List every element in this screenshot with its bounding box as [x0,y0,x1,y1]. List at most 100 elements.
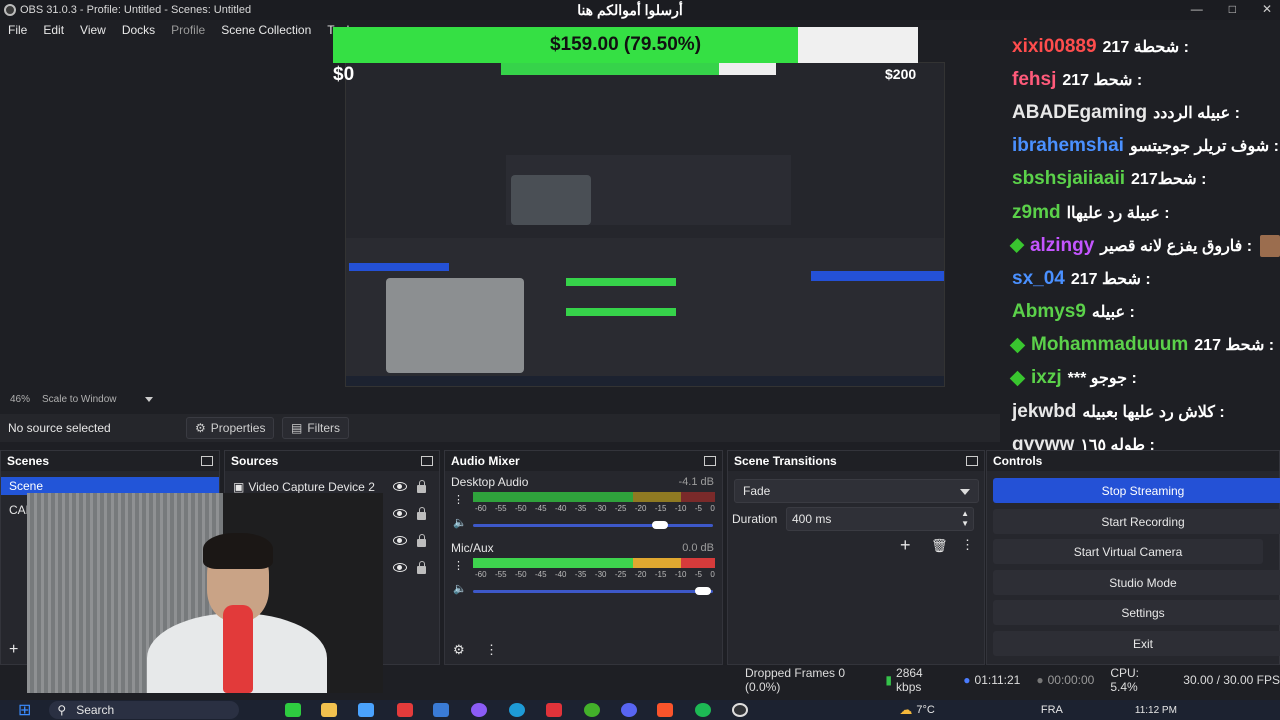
start-recording-button[interactable]: Start Recording [993,509,1280,534]
chat-text: : عبيلة رد عليهاا [1066,204,1170,222]
studio-mode-button[interactable]: Studio Mode [993,570,1280,595]
transition-select[interactable]: Fade [734,479,979,503]
menu-scene-collection[interactable]: Scene Collection [213,23,319,37]
start-virtual-camera-button[interactable]: Start Virtual Camera [993,539,1263,564]
meter-tick-label: -30 [594,504,607,513]
filters-button[interactable]: ▤ Filters [282,417,350,439]
windows-start-icon[interactable]: ⊞ [18,700,31,720]
chat-text: : فاروق يفزع لانه قصير [1100,237,1253,255]
properties-button[interactable]: ⚙ Properties [186,417,275,439]
settings-button[interactable]: Settings [993,600,1280,625]
speaker-icon[interactable]: 🔈 [453,582,467,595]
taskbar-search[interactable]: ⚲ Search [49,701,240,719]
fps: 30.00 / 30.00 FPS [1183,673,1280,687]
duration-value: 400 ms [792,512,832,526]
maximize-icon[interactable]: □ [1229,2,1236,16]
channel-menu-icon[interactable]: ⋮ [453,493,464,506]
badge-icon [1009,238,1025,254]
obs-taskbar-icon[interactable] [732,703,748,717]
chat-text: : جوجو *** [1067,370,1137,388]
chat-message: Mohammaduuum: شحط 217 [1000,329,1280,362]
chat-message: sbshsjaiiaaii: شحط217 [1000,163,1280,196]
chat-username: sbshsjaiiaaii [1012,168,1126,190]
preview-scale-row: 46% Scale to Window [0,390,1000,408]
language-indicator[interactable]: FRA [1041,704,1063,716]
meter-ticks: -60 -55 -50 -45 -40 -35 -30 -25 -20 -15 -10 -5 0 [475,570,715,579]
chevron-down-icon[interactable] [144,396,153,402]
meter-tick-label: -10 [674,570,687,579]
properties-label: Properties [210,421,266,435]
visibility-eye-icon[interactable] [393,536,407,545]
minimize-icon[interactable]: — [1191,2,1203,16]
volume-slider[interactable] [473,521,713,529]
app-icon[interactable] [358,703,374,717]
lock-icon[interactable] [417,561,426,574]
meter-tick-label: 0 [710,504,715,513]
more-options-icon[interactable]: ⋮ [485,642,498,658]
meter-tick-label: -45 [534,570,547,579]
meter-tick-label: -25 [614,504,627,513]
stepper-icon[interactable]: ▲ ▼ [961,509,969,529]
menu-profile[interactable]: Profile [163,23,213,37]
visibility-eye-icon[interactable] [393,482,407,491]
channel-menu-icon[interactable]: ⋮ [453,559,464,572]
stream-preview[interactable] [345,62,945,387]
brave-icon[interactable] [657,703,673,717]
meter-tick-label: -5 [694,570,702,579]
spotify-icon[interactable] [695,703,711,717]
add-icon[interactable]: + [900,535,911,556]
menu-file[interactable]: File [0,23,35,37]
add-scene-icon[interactable]: + [9,641,18,659]
undock-icon[interactable] [704,456,716,466]
lock-icon[interactable] [417,480,426,493]
visibility-eye-icon[interactable] [393,509,407,518]
app-icon[interactable] [397,703,413,717]
meter-tick-label: -35 [574,504,587,513]
app-icon[interactable] [471,703,487,717]
undock-icon[interactable] [421,456,433,466]
discord-icon[interactable] [621,703,637,717]
folder-icon[interactable] [321,703,337,717]
lock-icon[interactable] [417,534,426,547]
gear-icon[interactable]: ⚙ [453,642,465,658]
menu-docks[interactable]: Docks [114,23,163,37]
lock-icon[interactable] [417,507,426,520]
chat-username: sx_04 [1012,267,1065,289]
undock-icon[interactable] [966,456,978,466]
visibility-eye-icon[interactable] [393,563,407,572]
search-label: Search [76,703,115,717]
duration-field[interactable]: 400 ms ▲ ▼ [786,507,974,531]
close-icon[interactable]: ✕ [1262,2,1272,16]
scale-mode-select[interactable]: Scale to Window [42,394,116,405]
menu-view[interactable]: View [72,23,114,37]
meter-tick-label: -60 [475,570,487,579]
preview-mini-donation [501,63,776,75]
trash-icon[interactable]: 🗑 [931,538,948,554]
volume-slider[interactable] [473,587,713,595]
app-icon[interactable] [546,703,562,717]
chat-message: ixzj: جوجو *** [1000,362,1280,395]
volume-meter [473,558,715,568]
chat-username: ibrahemshai [1012,135,1124,157]
menu-edit[interactable]: Edit [35,23,72,37]
meter-tick-label: -30 [594,570,607,579]
channel-db: 0.0 dB [682,542,714,554]
app-icon[interactable] [433,703,449,717]
chat-text: : شحط 217 [1194,337,1275,355]
app-icon[interactable] [285,703,301,717]
exit-button[interactable]: Exit [993,631,1280,656]
meter-tick-label: -10 [674,504,687,513]
stop-streaming-button[interactable]: Stop Streaming [993,478,1280,503]
browser-icon[interactable] [509,703,525,717]
undock-icon[interactable] [201,456,213,466]
chat-text: : كلاش رد عليها بعبيله [1082,403,1225,421]
meter-tick-label: -55 [494,570,507,579]
speaker-icon[interactable]: 🔈 [453,516,467,529]
app-icon[interactable] [584,703,600,717]
scenes-title: Scenes [7,454,50,468]
clock-time[interactable]: 11:12 PM [1135,705,1177,716]
weather-icon: ☁ [899,702,913,717]
more-options-icon[interactable]: ⋮ [961,537,974,553]
zoom-label: 46% [10,393,31,405]
donation-heading: أرسلوا أموالكم هنا [577,2,683,18]
